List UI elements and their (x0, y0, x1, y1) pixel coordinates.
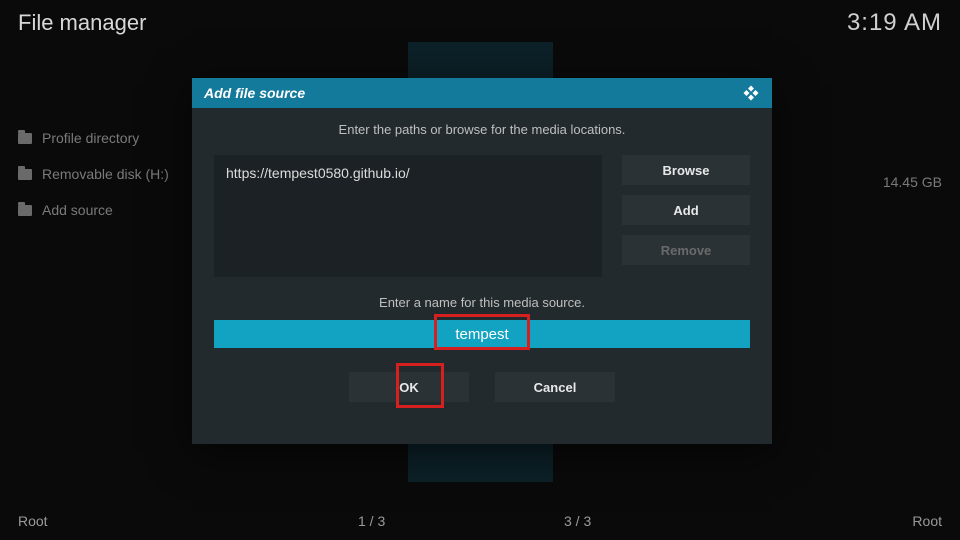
add-button[interactable]: Add (622, 195, 750, 225)
top-bar: File manager 3:19 AM (0, 0, 960, 40)
name-instruction: Enter a name for this media source. (214, 295, 750, 310)
cancel-button[interactable]: Cancel (495, 372, 615, 402)
footer-bar: Root 1 / 3 3 / 3 Root (0, 508, 960, 534)
footer-left-label: Root (18, 513, 358, 529)
disk-size-label: 14.45 GB (883, 174, 942, 190)
dialog-title: Add file source (204, 85, 305, 101)
name-input-wrap (214, 320, 750, 348)
sidebar-item-removable-disk[interactable]: Removable disk (H:) (0, 156, 190, 192)
sidebar-item-profile-directory[interactable]: Profile directory (0, 120, 190, 156)
path-row: https://tempest0580.github.io/ Browse Ad… (214, 155, 750, 277)
footer-counter-right: 3 / 3 (564, 513, 784, 529)
clock: 3:19 AM (847, 9, 942, 37)
remove-button[interactable]: Remove (622, 235, 750, 265)
kodi-logo-icon (742, 84, 760, 102)
dialog-header: Add file source (192, 78, 772, 108)
browse-button[interactable]: Browse (622, 155, 750, 185)
left-file-panel: Profile directory Removable disk (H:) Ad… (0, 120, 190, 228)
sidebar-item-label: Removable disk (H:) (42, 166, 169, 182)
sidebar-item-label: Profile directory (42, 130, 139, 146)
dialog-body: Enter the paths or browse for the media … (192, 108, 772, 420)
path-button-column: Browse Add Remove (622, 155, 750, 277)
dialog-action-row: OK Cancel (214, 372, 750, 402)
footer-right-label: Root (912, 513, 942, 529)
source-name-input[interactable] (214, 320, 750, 348)
folder-icon (18, 205, 32, 216)
sidebar-item-add-source[interactable]: Add source (0, 192, 190, 228)
sidebar-item-label: Add source (42, 202, 113, 218)
path-instruction: Enter the paths or browse for the media … (214, 122, 750, 137)
folder-icon (18, 133, 32, 144)
ok-button[interactable]: OK (349, 372, 469, 402)
path-input[interactable]: https://tempest0580.github.io/ (214, 155, 602, 277)
footer-counter-left: 1 / 3 (358, 513, 564, 529)
folder-icon (18, 169, 32, 180)
page-title: File manager (18, 10, 146, 36)
add-file-source-dialog: Add file source Enter the paths or brows… (192, 78, 772, 444)
